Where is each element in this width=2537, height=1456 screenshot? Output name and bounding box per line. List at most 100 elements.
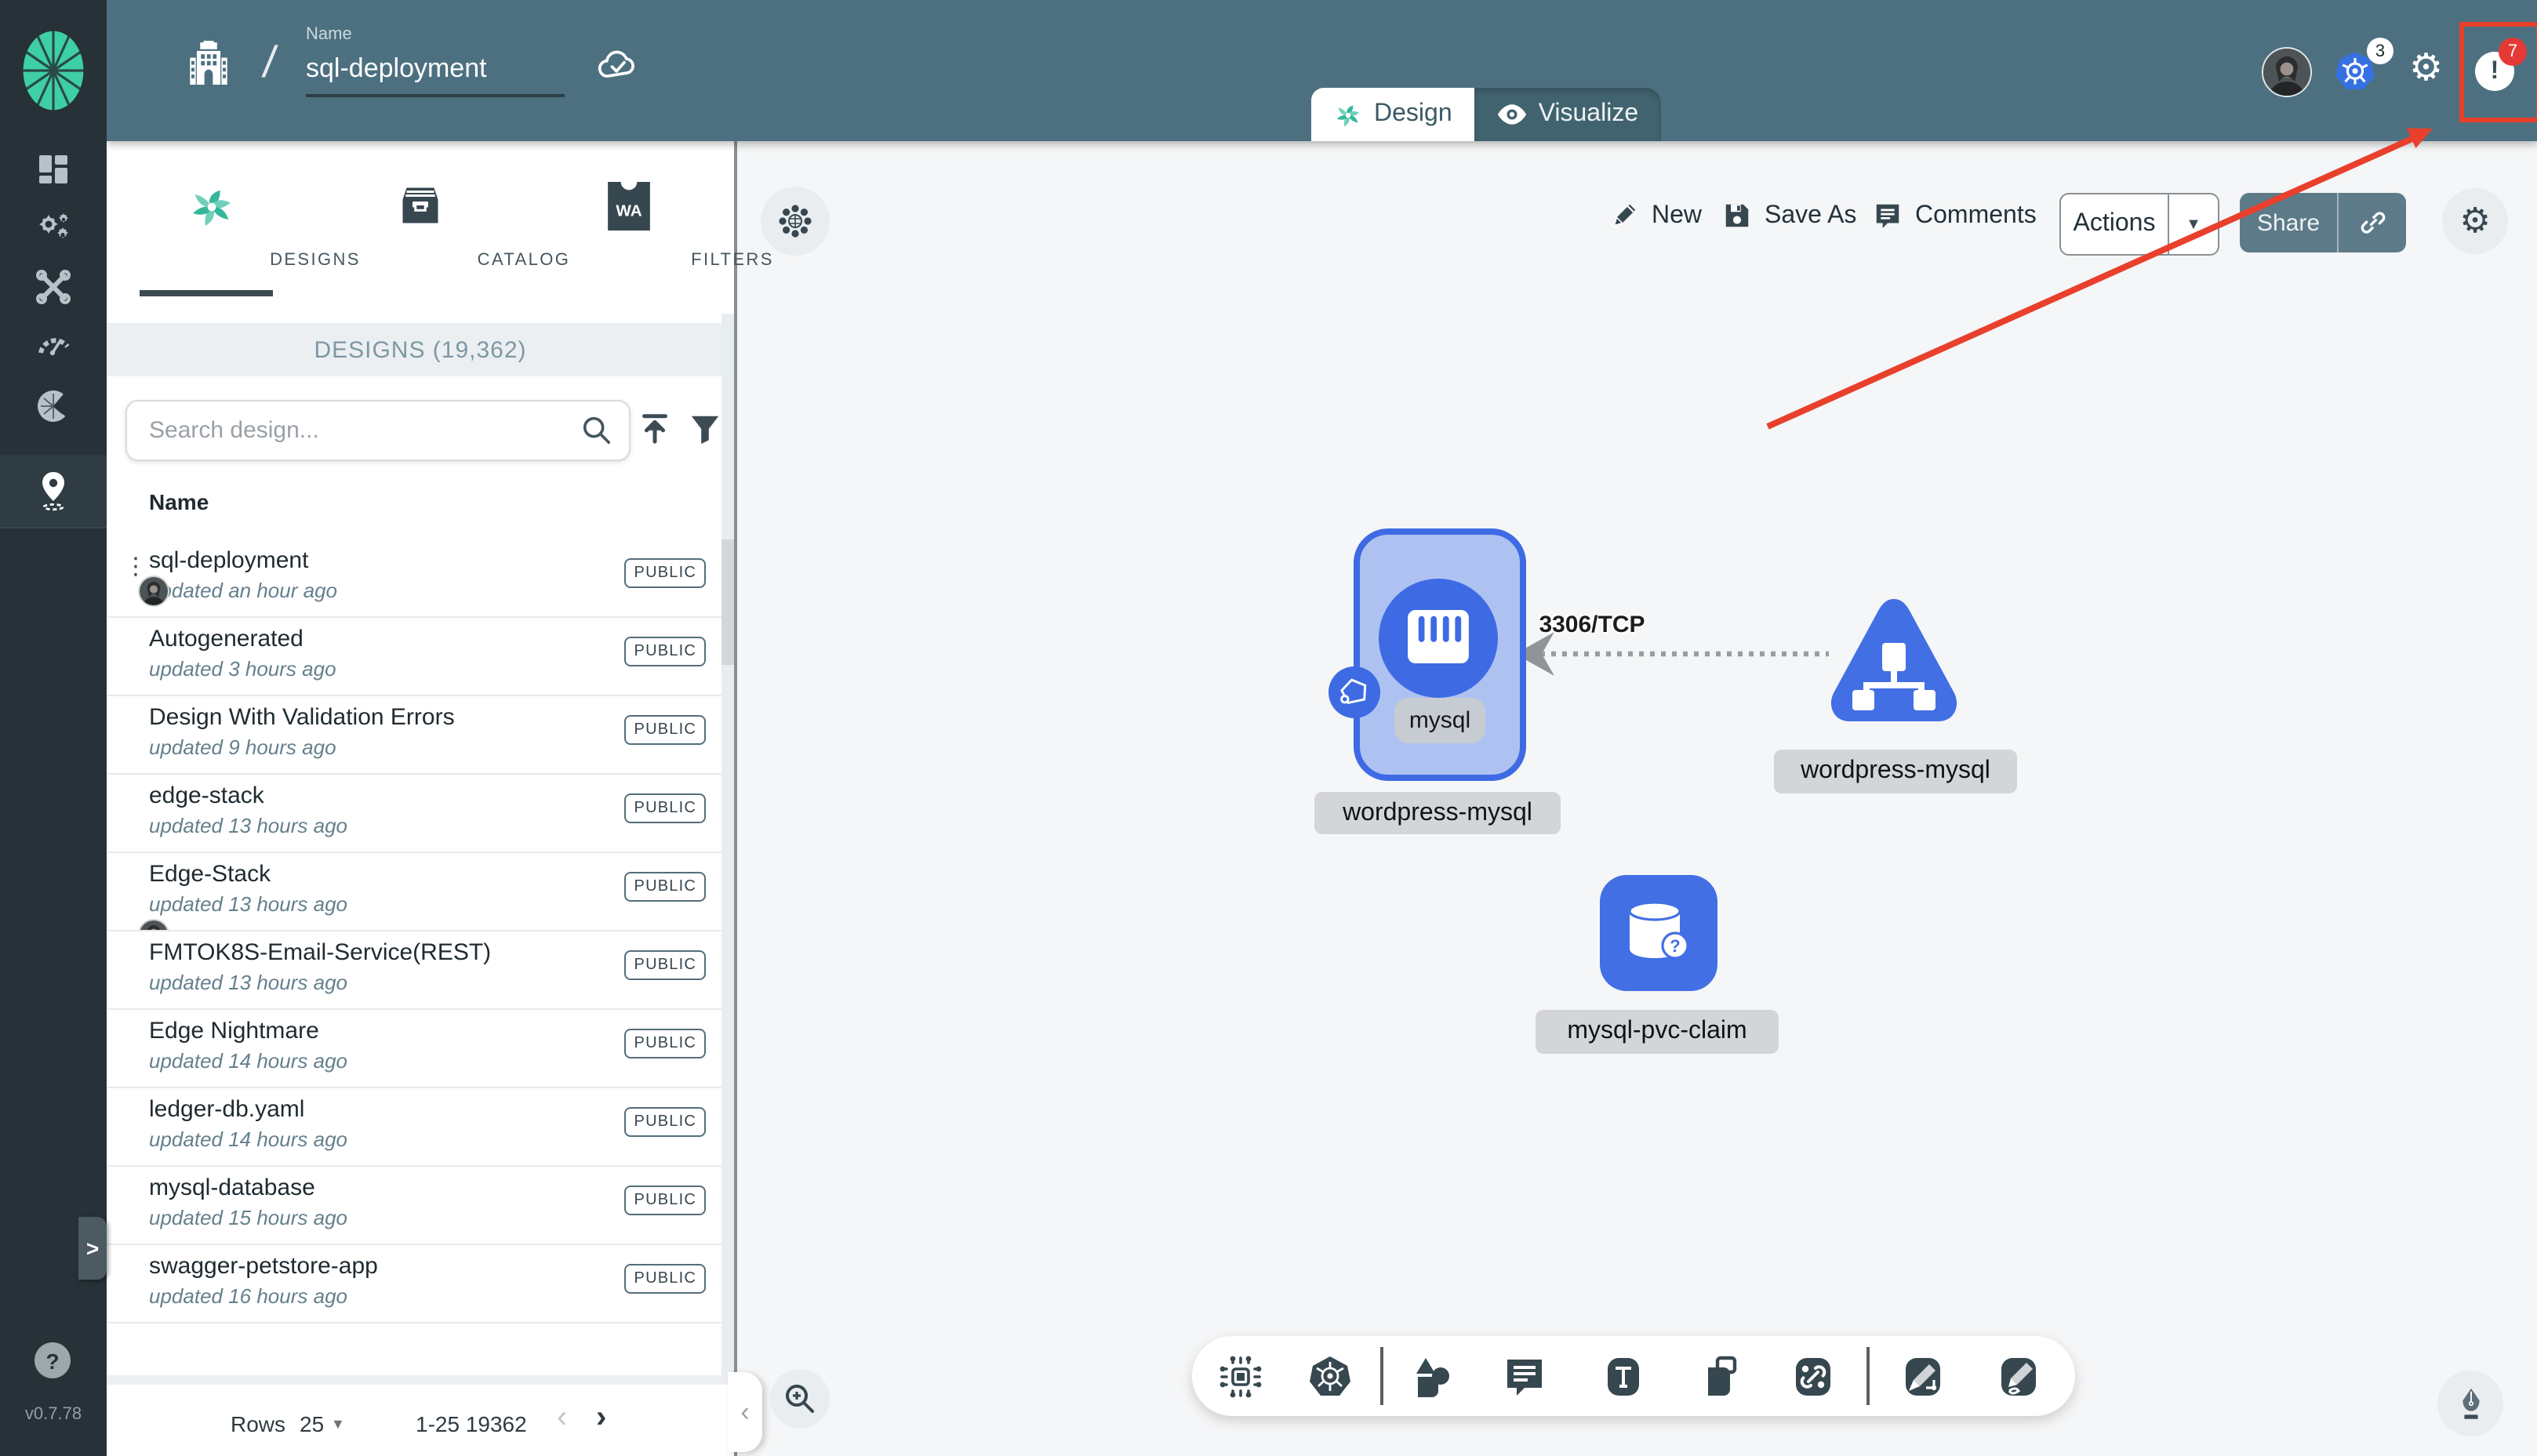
dashboard-icon[interactable] bbox=[35, 151, 72, 188]
collapse-panel-button[interactable]: ‹ bbox=[728, 1372, 762, 1452]
filter-funnel-icon[interactable] bbox=[687, 411, 723, 447]
comments-button[interactable]: Comments bbox=[1873, 201, 2037, 231]
deployment-node-label: wordpress-mysql bbox=[1774, 750, 2017, 793]
design-name: Autogenerated bbox=[149, 626, 303, 652]
upload-design-icon[interactable] bbox=[637, 411, 673, 447]
meshery-logo[interactable] bbox=[20, 28, 86, 113]
copy-link-icon[interactable] bbox=[2339, 193, 2406, 252]
svg-text:WA: WA bbox=[615, 202, 641, 220]
tab-design-label: Design bbox=[1374, 100, 1452, 127]
panel-tab-filters[interactable]: WA FILTERS bbox=[524, 141, 772, 314]
canvas-toolbar bbox=[1192, 1336, 2075, 1416]
canvas-settings-button[interactable]: ⚙ bbox=[2442, 188, 2508, 254]
zoom-in-button[interactable] bbox=[770, 1369, 830, 1429]
design-name: edge-stack bbox=[149, 782, 264, 809]
expand-chevron-icon: > bbox=[85, 1236, 100, 1261]
sidebar-item-active-pin[interactable] bbox=[0, 455, 107, 527]
panel-scrollbar-thumb[interactable] bbox=[721, 539, 734, 665]
comment-tool-icon[interactable] bbox=[1503, 1355, 1547, 1399]
design-row[interactable]: Edge Nightmare updated 14 hours ago PUBL… bbox=[107, 1010, 721, 1088]
save-as-label: Save As bbox=[1765, 202, 1857, 228]
node-pvc-mysql-pvc-claim[interactable]: ? bbox=[1600, 875, 1717, 991]
save-as-button[interactable]: Save As bbox=[1722, 201, 1856, 231]
actions-dropdown-icon[interactable]: ▼ bbox=[2169, 194, 2218, 254]
rows-per-page-select[interactable]: 25 bbox=[300, 1411, 324, 1436]
component-shape-icon[interactable] bbox=[1219, 1355, 1263, 1399]
notification-count-badge: 7 bbox=[2499, 38, 2527, 66]
design-updated: updated an hour ago bbox=[149, 579, 337, 602]
new-design-button[interactable]: New bbox=[1609, 201, 1702, 231]
svg-text:?: ? bbox=[1670, 936, 1680, 956]
visibility-badge: PUBLIC bbox=[624, 558, 706, 588]
organization-icon[interactable] bbox=[188, 41, 229, 85]
design-row[interactable]: Autogenerated updated 3 hours ago PUBLIC bbox=[107, 618, 721, 696]
text-tool-icon[interactable] bbox=[1601, 1355, 1645, 1399]
zoom-in-icon bbox=[786, 1385, 814, 1413]
actions-button[interactable]: Actions bbox=[2061, 194, 2169, 254]
design-row[interactable]: ⋮ sql-deployment updated an hour ago PUB… bbox=[107, 539, 721, 618]
search-input[interactable] bbox=[146, 401, 576, 459]
design-name: Edge-Stack bbox=[149, 861, 271, 888]
kubernetes-context-count-badge: 3 bbox=[2367, 38, 2393, 64]
link-tool-icon[interactable] bbox=[1791, 1355, 1835, 1399]
tab-visualize[interactable]: Visualize bbox=[1474, 88, 1661, 141]
share-split-button[interactable]: Share bbox=[2240, 193, 2406, 252]
panel-tab-catalog[interactable]: CATALOG bbox=[315, 141, 569, 314]
design-row[interactable]: edge-stack updated 13 hours ago PUBLIC bbox=[107, 775, 721, 853]
visibility-badge: PUBLIC bbox=[624, 715, 706, 745]
lifecycle-gears-icon[interactable] bbox=[35, 209, 72, 246]
edge-style-tool-icon[interactable] bbox=[1901, 1355, 1945, 1399]
canvas-dot-grid-button[interactable] bbox=[761, 187, 830, 256]
design-updated: updated 3 hours ago bbox=[149, 657, 336, 681]
extensions-icon[interactable] bbox=[35, 387, 72, 425]
collapse-chevron-icon: ‹ bbox=[740, 1396, 750, 1426]
note-tool-icon[interactable] bbox=[1699, 1355, 1743, 1399]
panel-tab-designs[interactable]: DESIGNS bbox=[107, 141, 359, 314]
node-deployment-wordpress-mysql[interactable] bbox=[1826, 596, 1962, 728]
pod-pentagon-badge bbox=[1328, 666, 1380, 718]
panel-scrollbar-track[interactable] bbox=[721, 314, 734, 1375]
toolkit-wrenches-icon[interactable] bbox=[35, 268, 72, 306]
meshery-app: > ? v0.7.78 / Name sql-deployment 3 ⚙ ! … bbox=[0, 0, 2537, 1456]
design-updated: updated 13 hours ago bbox=[149, 814, 347, 837]
actions-split-button[interactable]: Actions ▼ bbox=[2059, 193, 2219, 256]
container-circle[interactable] bbox=[1379, 579, 1498, 698]
design-swirl-icon bbox=[1333, 100, 1363, 129]
design-row[interactable]: ledger-db.yaml updated 14 hours ago PUBL… bbox=[107, 1088, 721, 1167]
tab-design[interactable]: Design bbox=[1311, 88, 1474, 141]
design-canvas[interactable]: New Save As Comments Actions ▼ Share ⚙ 3… bbox=[737, 141, 2537, 1456]
kubernetes-helm-icon[interactable] bbox=[1308, 1355, 1352, 1399]
visibility-badge: PUBLIC bbox=[624, 1264, 706, 1294]
expand-sidebar-button[interactable]: > bbox=[78, 1217, 107, 1280]
next-page-icon[interactable]: › bbox=[596, 1400, 606, 1436]
row-kebab-menu-icon[interactable]: ⋮ bbox=[124, 552, 147, 580]
visibility-badge: PUBLIC bbox=[624, 872, 706, 902]
user-avatar[interactable] bbox=[2262, 47, 2312, 97]
help-button[interactable]: ? bbox=[35, 1342, 71, 1378]
design-updated: updated 14 hours ago bbox=[149, 1127, 347, 1151]
pvc-node-label: mysql-pvc-claim bbox=[1536, 1010, 1779, 1054]
share-button[interactable]: Share bbox=[2240, 193, 2339, 252]
design-name-input[interactable] bbox=[306, 50, 565, 97]
toolbar-divider bbox=[1380, 1347, 1383, 1405]
prev-page-icon[interactable]: ‹ bbox=[557, 1400, 567, 1436]
rows-dropdown-icon[interactable]: ▼ bbox=[331, 1416, 345, 1432]
design-row[interactable]: mysql-database updated 15 hours ago PUBL… bbox=[107, 1167, 721, 1245]
designs-count-header: DESIGNS (19,362) bbox=[107, 323, 734, 376]
design-name: swagger-petstore-app bbox=[149, 1253, 378, 1280]
design-row[interactable]: FMTOK8S-Email-Service(REST) updated 13 h… bbox=[107, 931, 721, 1010]
pen-mode-button[interactable] bbox=[2437, 1371, 2503, 1436]
container-icon bbox=[1408, 610, 1469, 664]
design-updated: updated 15 hours ago bbox=[149, 1206, 347, 1229]
active-tab-underline bbox=[140, 290, 273, 296]
settings-gear-icon[interactable]: ⚙ bbox=[2409, 48, 2443, 89]
design-row[interactable]: Design With Validation Errors updated 9 … bbox=[107, 696, 721, 775]
design-row[interactable]: swagger-petstore-app updated 16 hours ag… bbox=[107, 1245, 721, 1323]
shapes-tool-icon[interactable] bbox=[1412, 1355, 1456, 1399]
visibility-badge: PUBLIC bbox=[624, 1107, 706, 1137]
design-row[interactable]: Edge-Stack updated 13 hours ago PUBLIC bbox=[107, 853, 721, 931]
panel-tab-filters-label: FILTERS bbox=[691, 251, 774, 270]
freehand-draw-tool-icon[interactable] bbox=[1997, 1355, 2041, 1399]
search-icon bbox=[580, 414, 613, 447]
performance-speedometer-icon[interactable] bbox=[35, 326, 72, 364]
